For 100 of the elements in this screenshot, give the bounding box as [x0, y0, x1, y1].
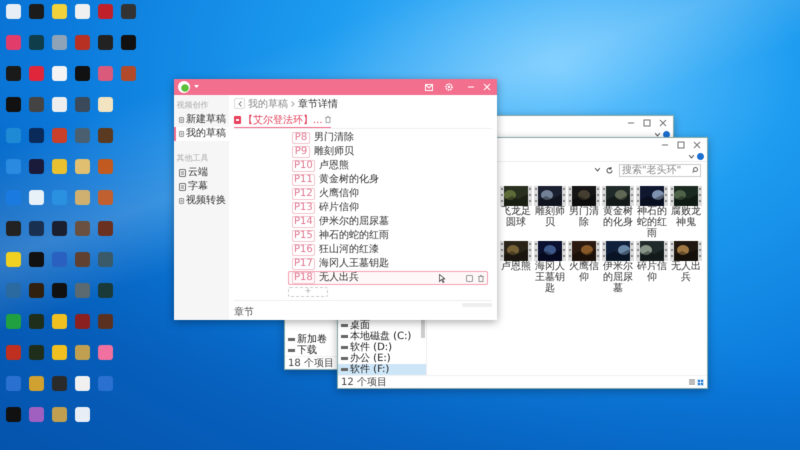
file-name[interactable]: 男门清除	[567, 206, 601, 228]
settings-icon[interactable]	[445, 83, 453, 91]
file-name[interactable]: 火鹰信仰	[567, 261, 601, 283]
app-icon[interactable]	[98, 221, 113, 236]
chapter-row[interactable]: P9 雕刻师贝	[288, 145, 488, 159]
file-name[interactable]: 雕刻师贝	[533, 206, 567, 228]
chapter-title: 伊米尔的屈尿墓	[318, 216, 389, 228]
maximize-button[interactable]	[677, 141, 685, 149]
app-icon[interactable]	[6, 407, 21, 422]
file-name[interactable]: 腐败龙神鬼	[669, 206, 703, 228]
file-name[interactable]: 海冈人王墓钥匙	[533, 261, 567, 294]
nav-item[interactable]: 新加卷	[285, 334, 338, 345]
chapter-row[interactable]: P10 卢恩熊	[288, 159, 488, 173]
chapter-row[interactable]: P14 伊米尔的屈尿墓	[288, 215, 488, 229]
tiles-view-icon[interactable]	[697, 378, 704, 386]
app-icon[interactable]	[121, 35, 136, 50]
chapter-row[interactable]: P12 火鹰信仰	[288, 187, 488, 201]
file-name[interactable]: 无人出兵	[669, 261, 703, 283]
app-icon[interactable]	[75, 407, 90, 422]
mail-icon[interactable]	[425, 84, 433, 90]
file-name[interactable]: 碎片信仰	[635, 261, 669, 283]
chapter-number: P12	[292, 188, 315, 200]
close-button[interactable]	[481, 81, 493, 93]
caret-icon[interactable]	[655, 132, 660, 136]
nav-item[interactable]: 桌面	[338, 320, 426, 331]
app-icon[interactable]	[29, 376, 44, 391]
help-icon[interactable]	[663, 131, 670, 138]
maximize-button[interactable]	[643, 119, 651, 127]
app-icon[interactable]	[29, 4, 44, 19]
refresh-icon[interactable]	[606, 166, 613, 174]
app-icon[interactable]	[98, 35, 113, 50]
app-icon[interactable]	[98, 97, 113, 112]
sidebar-item[interactable]: 视频转换	[174, 194, 229, 208]
chapter-row[interactable]: P17 海冈人王墓钥匙	[288, 257, 488, 271]
app-icon[interactable]	[6, 221, 21, 236]
chapter-row[interactable]: P18 无人出兵	[288, 271, 488, 285]
app-icon[interactable]	[52, 97, 67, 112]
caret-icon[interactable]	[595, 168, 600, 172]
file-name[interactable]: 飞龙足圆球	[499, 206, 533, 228]
nav-item[interactable]: 软件 (F:)	[338, 364, 426, 375]
app-icon[interactable]	[75, 376, 90, 391]
app-icon[interactable]	[52, 66, 67, 81]
sidebar-item[interactable]: 云端	[174, 166, 229, 180]
file-name[interactable]: 神石的蛇的红雨	[635, 206, 669, 239]
sidebar-item[interactable]: 我的草稿	[174, 127, 229, 141]
sidebar-item[interactable]: 新建草稿	[174, 113, 229, 127]
nav-item[interactable]: 本地磁盘 (C:)	[338, 331, 426, 342]
app-icon[interactable]	[6, 66, 21, 81]
nav-item[interactable]: 办公 (E:)	[338, 353, 426, 364]
chapter-row[interactable]: P13 碎片信仰	[288, 201, 488, 215]
chapter-row[interactable]: P8 男门清除	[288, 131, 488, 145]
chapter-row[interactable]: P11 黄金树的化身	[288, 173, 488, 187]
app-icon[interactable]	[98, 128, 113, 143]
draft-tab[interactable]: 【艾尔登法环】...	[234, 112, 331, 128]
app-icon[interactable]	[29, 159, 44, 174]
chapter-row[interactable]: P16 狂山河的红漆	[288, 243, 488, 257]
app-icon[interactable]	[29, 190, 44, 205]
chapter-number: P10	[292, 160, 315, 172]
file-name[interactable]: 卢恩熊	[499, 261, 533, 272]
app-icon[interactable]	[52, 314, 67, 329]
help-icon[interactable]	[697, 153, 704, 160]
close-button[interactable]	[693, 141, 701, 149]
app-icon[interactable]	[52, 407, 67, 422]
app-icon[interactable]	[121, 4, 136, 19]
chapter-row[interactable]: P15 神石的蛇的红雨	[288, 229, 488, 243]
scrollbar-thumb[interactable]	[421, 318, 425, 338]
maximize-icon	[677, 141, 685, 149]
caret-icon[interactable]	[689, 154, 694, 158]
nav-item[interactable]: 软件 (D:)	[338, 342, 426, 353]
trash-icon[interactable]	[478, 274, 484, 282]
chapter-number: P14	[292, 216, 315, 228]
app-icon[interactable]	[29, 252, 44, 267]
copy-icon[interactable]	[466, 274, 473, 282]
close-button[interactable]	[659, 119, 667, 127]
file-name[interactable]: 伊米尔的屈尿墓	[601, 261, 635, 294]
app-icon[interactable]	[75, 345, 90, 360]
breadcrumb-link[interactable]: 我的草稿	[248, 96, 288, 110]
app-icon[interactable]	[6, 97, 21, 112]
file-name[interactable]: 黄金树的化身	[601, 206, 635, 228]
document-icon	[179, 197, 184, 205]
app-icon[interactable]	[75, 66, 90, 81]
app-icon[interactable]	[29, 221, 44, 236]
app-icon[interactable]	[29, 35, 44, 50]
app-icon[interactable]	[6, 4, 21, 19]
app-icon[interactable]	[6, 252, 21, 267]
app-icon[interactable]	[75, 4, 90, 19]
trash-icon[interactable]	[324, 116, 331, 123]
app-icon[interactable]	[52, 221, 67, 236]
nav-item[interactable]: 下载	[285, 345, 338, 356]
app-icon[interactable]	[52, 4, 67, 19]
back-button[interactable]	[234, 98, 245, 109]
sidebar-item[interactable]: 字幕	[174, 180, 229, 194]
avatar-icon[interactable]	[178, 81, 190, 93]
app-icon[interactable]	[52, 159, 67, 174]
app-icon[interactable]	[29, 283, 44, 298]
search-field[interactable]: 搜索"老头环"	[619, 164, 701, 176]
app-icon[interactable]	[52, 283, 67, 298]
app-icon[interactable]	[52, 345, 67, 360]
details-view-icon[interactable]	[689, 378, 695, 384]
app-icon[interactable]	[29, 128, 44, 143]
